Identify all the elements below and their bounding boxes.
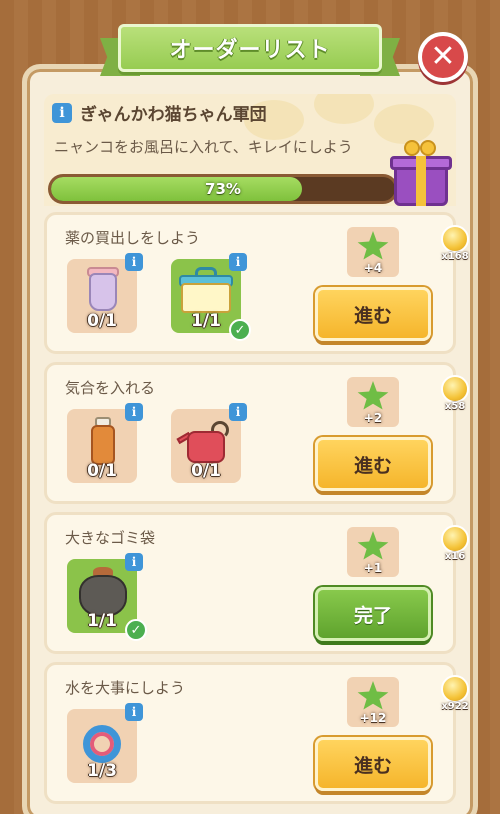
order-item-slot[interactable]: i 0/1 [67, 403, 143, 483]
coin-reward: x922 [439, 675, 471, 713]
reward-label: +4 [363, 261, 383, 275]
gift-box-icon[interactable] [388, 138, 454, 208]
coin-label: x16 [444, 551, 466, 562]
info-icon[interactable]: i [125, 253, 143, 271]
coin-icon [441, 225, 469, 253]
order-item-slot[interactable]: i 1/1 ✓ [67, 553, 147, 641]
title-banner: オーダーリスト [100, 20, 400, 78]
reward-box: +2 [347, 377, 399, 427]
order-item-slot[interactable]: i 1/1 ✓ [171, 253, 251, 341]
proceed-button[interactable]: 進む [315, 437, 431, 491]
coin-reward: x16 [439, 525, 471, 563]
info-icon[interactable]: i [229, 253, 247, 271]
reward-label: +12 [359, 711, 387, 725]
coin-label: x922 [441, 701, 469, 712]
green-star-icon [357, 231, 389, 260]
progress-track: 73% [51, 177, 395, 201]
coin-label: x168 [441, 251, 469, 262]
order-card: 水を大事にしよう i 1/3 +12 x922 進む [44, 662, 469, 804]
reward-box: +4 [347, 227, 399, 277]
item-count: 0/1 [191, 461, 221, 481]
order-title: 気合を入れる [65, 379, 156, 397]
reward-box: +1 [347, 527, 399, 577]
order-title: 水を大事にしよう [65, 679, 186, 697]
info-icon[interactable]: i [125, 403, 143, 421]
coin-reward: x58 [439, 375, 471, 413]
coin-reward: x168 [439, 225, 471, 263]
coin-icon [441, 675, 469, 703]
order-item-slot[interactable]: i 0/1 [171, 403, 247, 483]
info-icon[interactable]: i [229, 403, 247, 421]
close-icon: ✕ [430, 39, 456, 74]
coin-icon [441, 525, 469, 553]
item-count: 1/3 [87, 761, 117, 781]
proceed-button[interactable]: 進む [315, 287, 431, 341]
order-card: 薬の買出しをしよう i 0/1 i 1/1 ✓ +4 x168 進む [44, 212, 469, 354]
group-name-label: ぎゃんかわ猫ちゃん軍団 [80, 105, 267, 125]
green-star-icon [357, 381, 389, 410]
group-name: i ぎゃんかわ猫ちゃん軍団 [52, 100, 267, 125]
info-icon[interactable]: i [125, 553, 143, 571]
order-card: 気合を入れる i 0/1 i 0/1 +2 x58 進む [44, 362, 469, 504]
group-description: ニャンコをお風呂に入れて、キレイにしよう [54, 138, 353, 156]
reward-label: +1 [363, 561, 383, 575]
complete-button[interactable]: 完了 [315, 587, 431, 641]
group-progress-bar: 73% [48, 174, 398, 204]
coin-icon [441, 375, 469, 403]
progress-label: 73% [205, 180, 241, 198]
check-icon: ✓ [229, 319, 251, 341]
page-title: オーダーリスト [118, 24, 382, 72]
decoration [314, 94, 374, 124]
proceed-button[interactable]: 進む [315, 737, 431, 791]
order-title: 薬の買出しをしよう [65, 229, 201, 247]
order-item-slot[interactable]: i 1/3 [67, 703, 143, 783]
order-title: 大きなゴミ袋 [65, 529, 156, 547]
reward-label: +2 [363, 411, 383, 425]
item-count: 0/1 [87, 311, 117, 331]
check-icon: ✓ [125, 619, 147, 641]
item-count: 0/1 [87, 461, 117, 481]
close-button[interactable]: ✕ [418, 32, 468, 82]
gift-ribbon [416, 156, 426, 206]
gift-bow [404, 138, 438, 160]
info-icon[interactable]: i [125, 703, 143, 721]
green-star-icon [357, 681, 389, 710]
order-item-slot[interactable]: i 0/1 [67, 253, 143, 333]
green-star-icon [357, 531, 389, 560]
order-card: 大きなゴミ袋 i 1/1 ✓ +1 x16 完了 [44, 512, 469, 654]
coin-label: x58 [444, 401, 466, 412]
reward-box: +12 [347, 677, 399, 727]
info-icon[interactable]: i [52, 102, 72, 123]
